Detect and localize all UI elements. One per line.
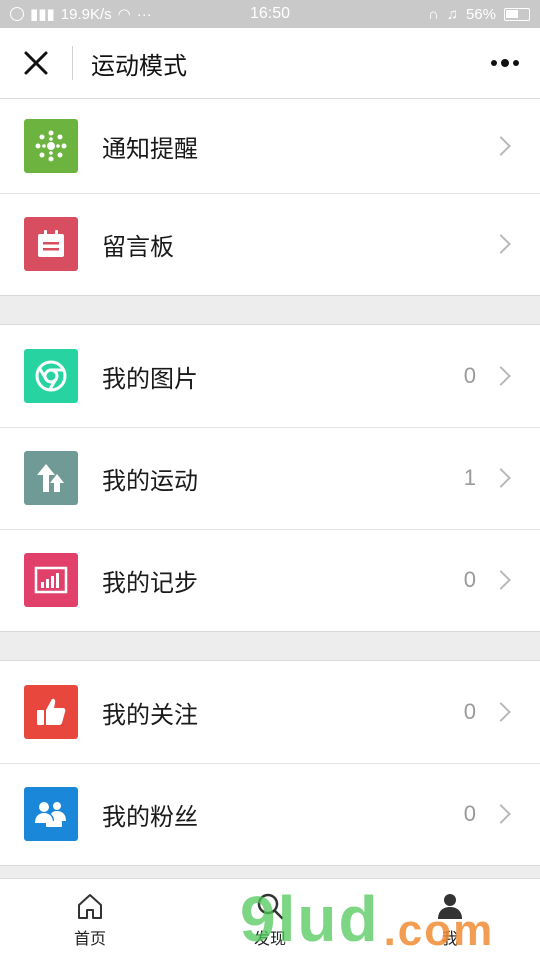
tab-me[interactable]: 我 (360, 879, 540, 960)
follows-tile (24, 685, 78, 739)
menu-item-count: 0 (463, 699, 476, 724)
menu-item-label: 我的粉丝 (102, 803, 198, 831)
chevron-right-icon (491, 804, 511, 824)
battery-percent: 56% (465, 5, 496, 23)
menu-item-label: 我的图片 (102, 365, 198, 393)
signal-icon: ▮▮▮ (30, 6, 55, 23)
tab-discover[interactable]: 发现 (180, 879, 360, 960)
more-dot (513, 60, 519, 66)
menu-item-count: 0 (463, 801, 476, 826)
menu-item-my-fans[interactable]: 我的粉丝 0 (0, 763, 540, 865)
menu-group: 我的关注 0 我的粉丝 0 (0, 660, 540, 866)
more-button[interactable] (470, 28, 540, 98)
up-arrows-icon (37, 464, 64, 492)
more-status-icon: ··· (136, 5, 152, 23)
search-icon (257, 893, 284, 919)
chevron-right-icon (491, 702, 511, 722)
user-icon (438, 893, 462, 919)
wifi-icon: ◠ (117, 6, 131, 23)
steps-tile (24, 553, 78, 607)
menu-group: 我的图片 0 我的运动 1 我的记步 0 (0, 324, 540, 632)
menu-item-my-steps[interactable]: 我的记步 0 (0, 529, 540, 631)
menu-item-message-board[interactable]: 留言板 (0, 193, 540, 295)
network-dots-icon (35, 130, 67, 162)
tab-label: 首页 (73, 930, 106, 948)
mute-icon: ♫ (446, 5, 458, 23)
chevron-right-icon (491, 468, 511, 488)
fans-tile (24, 787, 78, 841)
close-button[interactable] (0, 28, 72, 98)
calendar-board-icon (38, 230, 64, 257)
status-bar: ▮▮▮ 19.9K/s ◠ ··· 16:50 ∩ ♫ 56% (0, 0, 540, 28)
tab-bar: 首页 发现 我 (0, 878, 540, 960)
pictures-tile (24, 349, 78, 403)
nav-bar: 运动模式 (0, 28, 540, 98)
more-dot (501, 59, 509, 67)
headset-icon: ∩ (427, 5, 439, 23)
no-sim-icon (10, 7, 24, 21)
menu-item-label: 我的关注 (102, 701, 198, 729)
chrome-circle-icon (35, 360, 67, 392)
menu-list: 通知提醒 留言板 我的图片 0 我的运动 1 我的记步 0 我的关注 0 我的粉… (0, 98, 540, 866)
chevron-right-icon (491, 136, 511, 156)
menu-item-notifications[interactable]: 通知提醒 (0, 99, 540, 193)
menu-item-my-follows[interactable]: 我的关注 0 (0, 661, 540, 763)
tab-label: 我 (441, 930, 458, 948)
network-speed: 19.9K/s (60, 5, 112, 23)
menu-group: 通知提醒 留言板 (0, 98, 540, 296)
close-icon (24, 51, 48, 75)
bar-chart-icon (34, 566, 68, 594)
menu-item-my-pictures[interactable]: 我的图片 0 (0, 325, 540, 427)
thumbs-up-icon (37, 698, 66, 725)
notification-tile (24, 119, 78, 173)
nav-divider (72, 46, 73, 80)
chevron-right-icon (491, 366, 511, 386)
menu-item-label: 留言板 (102, 233, 174, 261)
message-board-tile (24, 217, 78, 271)
page-title: 运动模式 (91, 52, 187, 80)
menu-item-count: 1 (463, 465, 476, 490)
battery-icon (504, 7, 530, 21)
more-dot (491, 60, 497, 66)
home-icon (78, 893, 102, 919)
chevron-right-icon (491, 234, 511, 254)
menu-item-label: 通知提醒 (102, 135, 198, 163)
chevron-right-icon (491, 570, 511, 590)
menu-item-label: 我的运动 (102, 467, 198, 495)
menu-item-count: 0 (463, 363, 476, 388)
tab-home[interactable]: 首页 (0, 879, 180, 960)
tab-label: 发现 (253, 930, 286, 948)
menu-item-label: 我的记步 (102, 569, 198, 597)
people-icon (35, 802, 66, 827)
menu-item-my-sports[interactable]: 我的运动 1 (0, 427, 540, 529)
sports-tile (24, 451, 78, 505)
clock: 16:50 (249, 5, 291, 22)
menu-item-count: 0 (463, 567, 476, 592)
